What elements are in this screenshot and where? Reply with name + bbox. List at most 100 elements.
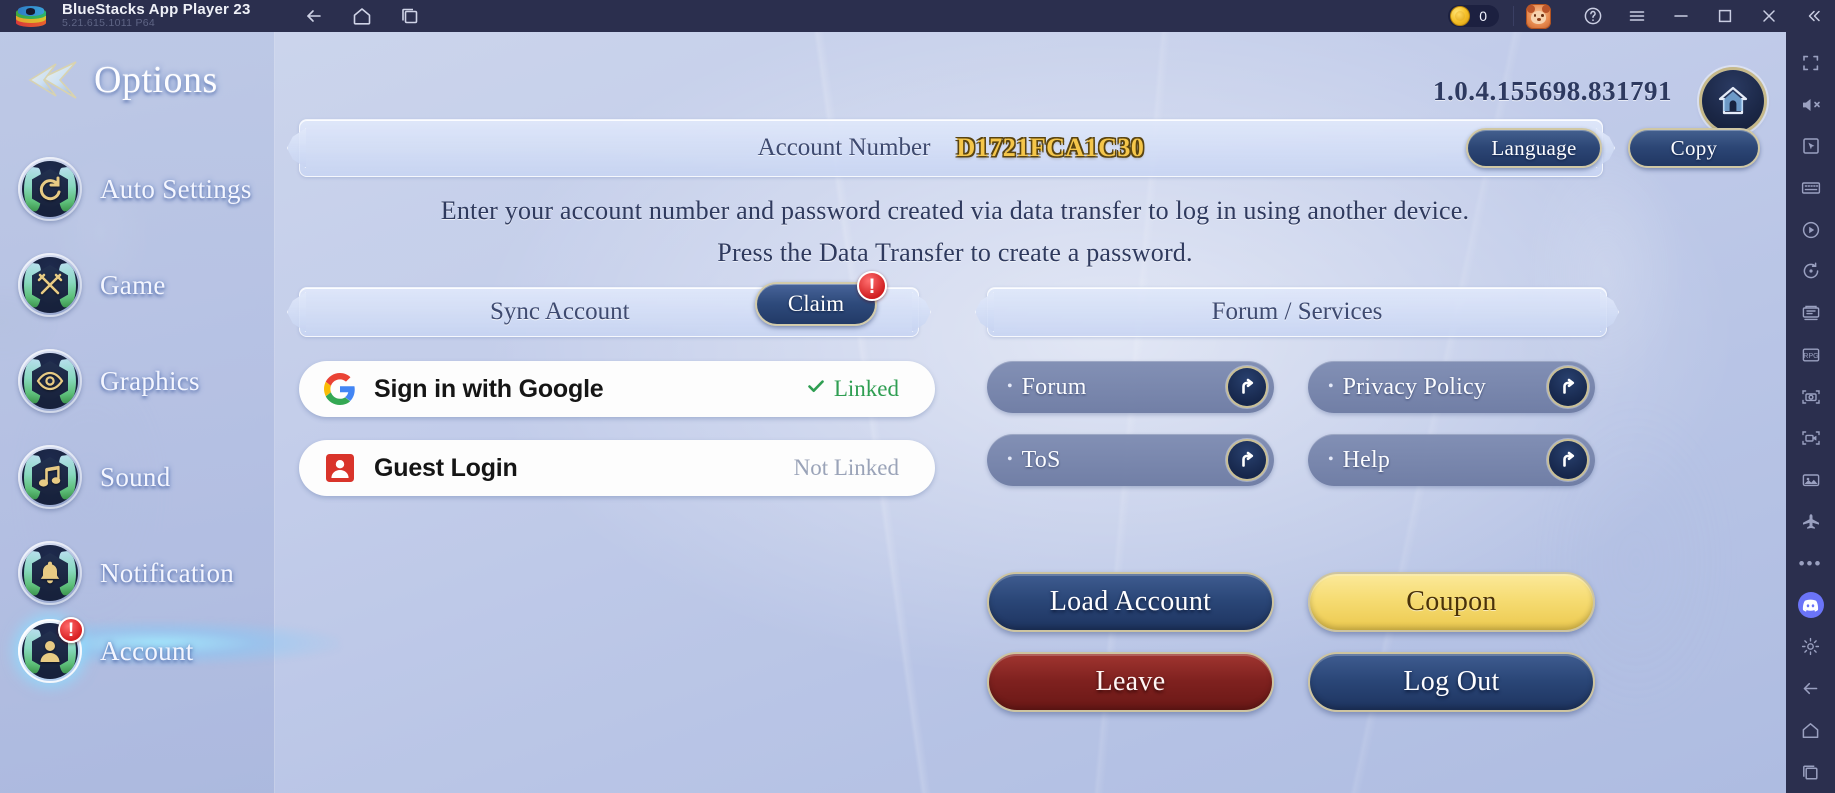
- mute-volume-icon[interactable]: [1786, 84, 1835, 126]
- maximize-icon[interactable]: [1703, 0, 1747, 32]
- check-icon: [806, 376, 826, 402]
- sidebar-item-label: Graphics: [100, 365, 200, 396]
- media-gallery-icon[interactable]: [1786, 459, 1835, 501]
- game-version: 1.0.4.155698.831791: [1433, 76, 1672, 106]
- window-titlebar: BlueStacks App Player 23 5.21.615.1011 P…: [0, 0, 1835, 32]
- options-header: Options: [26, 58, 218, 102]
- guest-status-text: Not Linked: [793, 455, 899, 480]
- multi-instance-icon[interactable]: [1786, 292, 1835, 334]
- leave-button[interactable]: Leave: [987, 652, 1274, 712]
- privacy-policy-link-label: Privacy Policy: [1342, 373, 1487, 400]
- house-icon[interactable]: [1702, 70, 1764, 132]
- leave-label: Leave: [1095, 666, 1166, 697]
- guest-login-row[interactable]: Guest Login Not Linked: [299, 440, 935, 496]
- privacy-policy-link-button[interactable]: • Privacy Policy: [1308, 361, 1595, 413]
- record-video-icon[interactable]: [1786, 417, 1835, 459]
- fullscreen-icon[interactable]: [1786, 42, 1835, 84]
- forum-services-strip: Forum / Services: [987, 287, 1607, 337]
- language-button[interactable]: Language: [1466, 128, 1602, 168]
- help-link-button[interactable]: • Help: [1308, 434, 1595, 486]
- cursor-pointer-icon[interactable]: [1786, 125, 1835, 167]
- sidebar-item-graphics[interactable]: Graphics: [18, 344, 275, 418]
- options-arrow-icon: [26, 58, 80, 102]
- pet-avatar-icon[interactable]: [1526, 3, 1551, 29]
- back-arrow-icon[interactable]: [1786, 668, 1835, 710]
- hamburger-menu-icon[interactable]: [1615, 0, 1659, 32]
- copy-button-label: Copy: [1670, 135, 1718, 160]
- recent-apps-icon[interactable]: [399, 5, 421, 27]
- macro-play-icon[interactable]: [1786, 209, 1835, 251]
- language-button-label: Language: [1491, 135, 1577, 160]
- sidebar-item-account[interactable]: ! Account: [18, 614, 275, 688]
- account-panel: 1.0.4.155698.831791 Account Number D1721…: [275, 32, 1786, 793]
- screenshot-camera-icon[interactable]: [1786, 376, 1835, 418]
- minimize-icon[interactable]: [1659, 0, 1703, 32]
- game-viewport: Options Auto Settings Game Graphics Soun…: [0, 32, 1786, 793]
- google-status-text: Linked: [833, 376, 899, 401]
- load-account-label: Load Account: [1049, 586, 1212, 617]
- sidebar-item-label: Auto Settings: [100, 173, 252, 204]
- account-number-strip: Account Number D1721FCA1C30: [299, 119, 1603, 177]
- bluestacks-window: BlueStacks App Player 23 5.21.615.1011 P…: [0, 0, 1835, 793]
- claim-button[interactable]: Claim !: [755, 271, 887, 326]
- page-title: Options: [94, 59, 218, 101]
- bullet-icon: •: [1328, 378, 1334, 395]
- discord-icon[interactable]: [1786, 584, 1835, 626]
- music-note-badge-icon: [18, 445, 82, 509]
- external-link-arrow-icon: [1549, 441, 1587, 479]
- copy-button[interactable]: Copy: [1628, 128, 1760, 168]
- keyboard-controls-icon[interactable]: [1786, 167, 1835, 209]
- google-login-label: Sign in with Google: [374, 374, 604, 403]
- guest-login-status: Not Linked: [794, 455, 899, 481]
- tos-link-button[interactable]: • ToS: [987, 434, 1274, 486]
- logout-label: Log Out: [1403, 666, 1500, 697]
- close-icon[interactable]: [1747, 0, 1791, 32]
- home-icon[interactable]: [351, 5, 373, 27]
- person-badge-icon: !: [18, 617, 84, 683]
- back-icon[interactable]: [303, 5, 325, 27]
- guest-avatar-icon: [323, 451, 357, 485]
- external-link-arrow-icon: [1228, 368, 1266, 406]
- bluestacks-sidebar-toolbar: RPG •••: [1786, 32, 1835, 793]
- bell-badge-icon: [18, 541, 82, 605]
- coin-count: 0: [1479, 8, 1487, 24]
- settings-gear-icon[interactable]: [1786, 626, 1835, 668]
- app-version: 5.21.615.1011 P64: [62, 17, 156, 29]
- instruction-line-1: Enter your account number and password c…: [440, 196, 1470, 225]
- titlebar-nav-group: [303, 5, 421, 27]
- forum-link-label: Forum: [1021, 373, 1087, 400]
- svg-text:RPG: RPG: [1803, 353, 1818, 360]
- sidebar-item-game[interactable]: Game: [18, 248, 275, 322]
- auto-settings-badge-icon: [18, 157, 82, 221]
- logout-button[interactable]: Log Out: [1308, 652, 1595, 712]
- claim-alert-badge: !: [857, 271, 887, 301]
- coupon-button[interactable]: Coupon: [1308, 572, 1595, 632]
- coupon-label: Coupon: [1406, 586, 1497, 617]
- sidebar-item-auto-settings[interactable]: Auto Settings: [18, 152, 275, 226]
- eye-badge-icon: [18, 349, 82, 413]
- chevron-double-left-icon[interactable]: [1791, 0, 1835, 32]
- sidebar-item-sound[interactable]: Sound: [18, 440, 275, 514]
- more-options-icon[interactable]: •••: [1786, 543, 1835, 585]
- rpg-mode-icon[interactable]: RPG: [1786, 334, 1835, 376]
- external-link-arrow-icon: [1549, 368, 1587, 406]
- account-number-value: D1721FCA1C30: [956, 133, 1145, 162]
- google-login-status: Linked: [806, 376, 899, 402]
- google-logo-icon: [323, 372, 357, 406]
- window-controls: [1571, 0, 1835, 32]
- help-circle-icon[interactable]: [1571, 0, 1615, 32]
- eco-mode-airplane-icon[interactable]: [1786, 501, 1835, 543]
- load-account-button[interactable]: Load Account: [987, 572, 1274, 632]
- forum-link-button[interactable]: • Forum: [987, 361, 1274, 413]
- sidebar-item-label: Game: [100, 269, 166, 300]
- home-icon[interactable]: [1786, 710, 1835, 752]
- sidebar-item-label: Sound: [100, 461, 171, 492]
- claim-button-label: Claim: [787, 291, 845, 316]
- google-login-row[interactable]: Sign in with Google Linked: [299, 361, 935, 417]
- coin-balance[interactable]: 0: [1448, 5, 1499, 27]
- sidebar-item-notification[interactable]: Notification: [18, 536, 275, 610]
- external-link-arrow-icon: [1228, 441, 1266, 479]
- bullet-icon: •: [1007, 451, 1013, 468]
- rotate-screen-icon[interactable]: [1786, 251, 1835, 293]
- recent-apps-icon[interactable]: [1786, 751, 1835, 793]
